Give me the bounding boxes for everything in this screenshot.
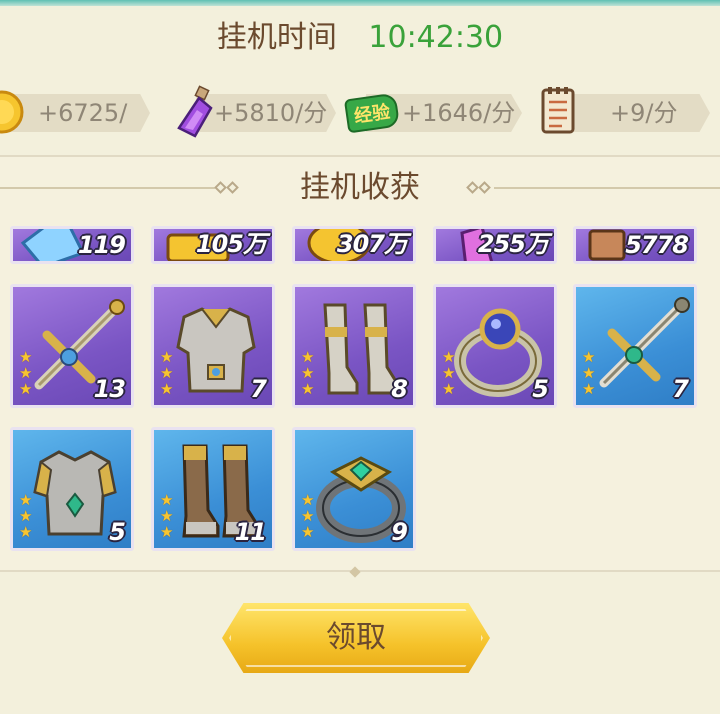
claim-button[interactable]: 领取	[222, 603, 490, 673]
rate-potion-text: +5810/分	[214, 99, 328, 127]
loot-tile[interactable]: ★ ★ ★ 5	[10, 427, 134, 551]
loot-count: 7	[250, 375, 267, 403]
loot-count: 255万	[477, 230, 549, 258]
star-rating: ★ ★ ★	[582, 348, 596, 398]
loot-count: 307万	[336, 230, 408, 258]
exp-badge-text: 经验	[352, 101, 392, 128]
rate-gold: +6725/分	[10, 94, 150, 132]
loot-count: 5	[532, 375, 549, 403]
loot-tile[interactable]: 5778	[573, 226, 697, 264]
loot-count: 5	[109, 518, 126, 546]
rate-potion: +5810/分	[196, 94, 336, 132]
loot-tile[interactable]: ★ ★ ★ 9	[292, 427, 416, 551]
purple-potion-icon	[177, 85, 213, 138]
loot-count: 13	[93, 375, 126, 403]
rate-notebook: +9/分	[560, 94, 710, 132]
loot-tile[interactable]: ★ ★ ★ 7	[573, 284, 697, 408]
loot-tile[interactable]: ★ ★ ★ 13	[10, 284, 134, 408]
star-rating: ★ ★ ★	[160, 491, 174, 541]
star-rating: ★ ★ ★	[301, 348, 315, 398]
loot-tile[interactable]: ★ ★ ★ 7	[151, 284, 275, 408]
loot-tile[interactable]: 255万	[433, 226, 557, 264]
idle-timer-label: 挂机时间	[216, 20, 337, 55]
loot-count: 5778	[625, 231, 689, 259]
loot-count: 105万	[195, 230, 267, 258]
loot-count: 8	[391, 375, 408, 403]
star-rating: ★ ★ ★	[160, 348, 174, 398]
loot-count: 11	[234, 518, 267, 546]
idle-timer: 挂机时间 10:42:30	[0, 18, 720, 58]
idle-timer-value: 10:42:30	[368, 20, 504, 55]
rate-notebook-text: +9/分	[610, 99, 678, 127]
loot-tile[interactable]: 119	[10, 226, 134, 264]
loot-tile[interactable]: 307万	[292, 226, 416, 264]
star-rating: ★ ★ ★	[301, 491, 315, 541]
rate-exp-text: +1646/分	[402, 99, 516, 127]
star-rating: ★ ★ ★	[19, 491, 33, 541]
gold-coin-icon	[0, 90, 24, 134]
divider-right	[494, 187, 720, 189]
notebook-icon	[541, 87, 575, 134]
loot-tile[interactable]: ★ ★ ★ 5	[433, 284, 557, 408]
loot-count: 7	[672, 375, 689, 403]
loot-tile[interactable]: ★ ★ ★ 8	[292, 284, 416, 408]
loot-count: 9	[391, 518, 408, 546]
star-rating: ★ ★ ★	[19, 348, 33, 398]
loot-tile[interactable]: ★ ★ ★ 11	[151, 427, 275, 551]
loot-count: 119	[77, 231, 126, 259]
star-rating: ★ ★ ★	[442, 348, 456, 398]
top-decor-strip	[0, 0, 720, 6]
loot-tile[interactable]: 105万	[151, 226, 275, 264]
